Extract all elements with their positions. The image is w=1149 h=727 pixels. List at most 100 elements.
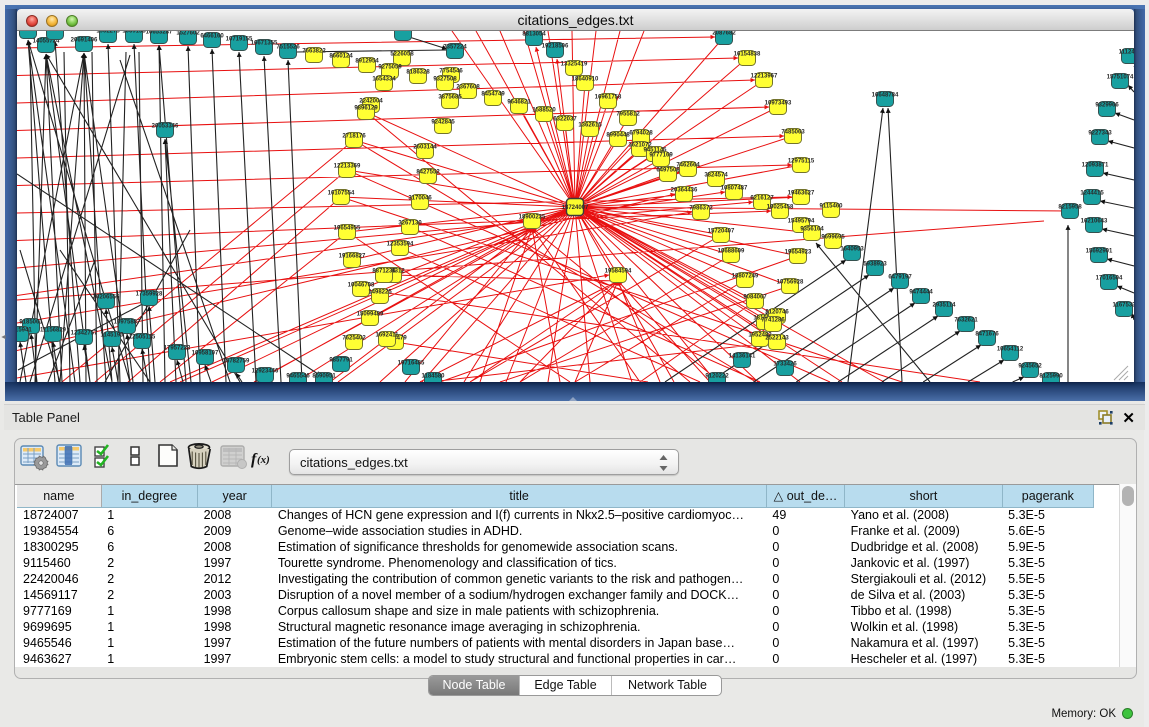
- svg-text:15099489: 15099489: [357, 312, 384, 318]
- svg-text:10719155: 10719155: [226, 37, 253, 43]
- svg-text:9245652: 9245652: [1018, 364, 1042, 370]
- svg-text:8471676: 8471676: [975, 332, 999, 338]
- svg-text:2099141: 2099141: [43, 31, 67, 32]
- svg-text:3170046: 3170046: [408, 196, 432, 202]
- svg-text:1244415: 1244415: [1080, 191, 1104, 197]
- svg-text:10975887: 10975887: [114, 320, 141, 326]
- svg-text:16648784: 16648784: [872, 93, 899, 99]
- svg-text:10046708: 10046708: [348, 283, 375, 289]
- svg-text:9185061: 9185061: [19, 320, 43, 326]
- svg-text:9857791: 9857791: [329, 358, 353, 364]
- svg-text:1145193: 1145193: [100, 333, 124, 339]
- svg-text:9646821: 9646821: [507, 100, 531, 106]
- svg-text:10025458: 10025458: [767, 205, 794, 211]
- svg-text:7955812: 7955812: [616, 112, 640, 118]
- svg-text:3824574: 3824574: [704, 173, 728, 179]
- svg-text:1498225: 1498225: [368, 290, 392, 296]
- svg-text:7632621: 7632621: [954, 318, 978, 324]
- svg-text:9329966: 9329966: [1095, 103, 1119, 109]
- svg-text:16782759: 16782759: [223, 359, 250, 365]
- svg-text:10688609: 10688609: [718, 249, 745, 255]
- svg-text:1167533: 1167533: [1112, 303, 1134, 309]
- svg-text:1640953: 1640953: [840, 247, 864, 253]
- svg-text:10654112: 10654112: [997, 347, 1024, 353]
- svg-text:3267130: 3267130: [398, 221, 422, 227]
- svg-text:9699695: 9699695: [821, 235, 845, 241]
- svg-text:19166827: 19166827: [339, 254, 366, 260]
- svg-text:2367608: 2367608: [456, 85, 480, 91]
- svg-text:8813054: 8813054: [522, 32, 546, 38]
- svg-text:12923446: 12923446: [252, 369, 279, 375]
- svg-text:1902273: 1902273: [96, 31, 120, 35]
- svg-text:7754546: 7754546: [439, 69, 463, 75]
- svg-text:1112480: 1112480: [1119, 50, 1134, 56]
- svg-text:6794028: 6794028: [629, 131, 653, 137]
- svg-text:17359928: 17359928: [136, 292, 163, 298]
- svg-text:15720407: 15720407: [708, 229, 735, 235]
- svg-text:7357224: 7357224: [443, 45, 467, 51]
- svg-text:8186328: 8186328: [406, 70, 430, 76]
- svg-text:16033809: 16033809: [390, 31, 417, 33]
- svg-text:10807487: 10807487: [721, 186, 748, 192]
- svg-text:7485063: 7485063: [781, 130, 805, 136]
- svg-text:19463627: 19463627: [788, 191, 815, 197]
- svg-text:8912954: 8912954: [355, 59, 379, 65]
- svg-text:5938923: 5938923: [863, 262, 887, 268]
- svg-text:20053346: 20053346: [152, 124, 179, 130]
- svg-text:18900235: 18900235: [519, 215, 546, 221]
- svg-text:1654334: 1654334: [372, 77, 396, 83]
- svg-text:8454749: 8454749: [481, 92, 505, 98]
- svg-text:15495794: 15495794: [788, 219, 815, 225]
- svg-text:9115460: 9115460: [819, 204, 843, 210]
- svg-text:10653287: 10653287: [146, 31, 173, 36]
- svg-text:8990448: 8990448: [606, 133, 630, 139]
- svg-text:9465546: 9465546: [286, 374, 310, 380]
- svg-text:7462664: 7462664: [676, 163, 700, 169]
- svg-text:16210643: 16210643: [1081, 219, 1108, 225]
- svg-text:7741286: 7741286: [761, 318, 785, 324]
- svg-text:18807249: 18807249: [732, 274, 759, 280]
- svg-text:1527602: 1527602: [176, 31, 200, 37]
- svg-text:19584594: 19584594: [605, 269, 632, 275]
- svg-text:6216127: 6216127: [750, 196, 774, 202]
- svg-text:9896129: 9896129: [354, 106, 378, 112]
- svg-text:14136141: 14136141: [729, 354, 756, 360]
- svg-text:20364436: 20364436: [671, 188, 698, 194]
- svg-text:16154838: 16154838: [734, 52, 761, 58]
- svg-text:17957223: 17957223: [164, 346, 191, 352]
- svg-text:10958107: 10958107: [192, 351, 219, 357]
- svg-text:11156829: 11156829: [40, 328, 67, 334]
- svg-text:17016504: 17016504: [1096, 276, 1123, 282]
- svg-text:1692411: 1692411: [375, 333, 399, 339]
- svg-text:9242845: 9242845: [431, 120, 455, 126]
- svg-text:16107554: 16107554: [328, 191, 355, 197]
- svg-text:7625402: 7625402: [342, 336, 366, 342]
- svg-text:9474444: 9474444: [909, 290, 933, 296]
- svg-text:12213967: 12213967: [751, 74, 778, 80]
- svg-text:2935114: 2935114: [932, 303, 956, 309]
- svg-text:18640910: 18640910: [572, 77, 599, 83]
- svg-text:1362615: 1362615: [578, 123, 602, 129]
- svg-text:15692901: 15692901: [1086, 249, 1113, 255]
- svg-text:16961758: 16961758: [595, 95, 622, 101]
- svg-text:12213369: 12213369: [334, 164, 361, 170]
- svg-text:13325419: 13325419: [561, 62, 588, 68]
- svg-text:10973493: 10973493: [765, 101, 792, 107]
- svg-text:8120746: 8120746: [765, 310, 789, 316]
- svg-text:19716485: 19716485: [398, 361, 425, 367]
- svg-text:6479197: 6479197: [888, 275, 912, 281]
- svg-text:2603144: 2603144: [413, 145, 437, 151]
- svg-text:12093871: 12093871: [1082, 163, 1109, 169]
- svg-text:9084067: 9084067: [743, 295, 767, 301]
- svg-text:2242004: 2242004: [359, 99, 383, 105]
- svg-text:5226058: 5226058: [390, 52, 414, 58]
- svg-text:7515526: 7515526: [276, 45, 300, 51]
- svg-text:3915941: 3915941: [17, 328, 32, 334]
- svg-text:9120222: 9120222: [705, 374, 729, 380]
- svg-text:8871236: 8871236: [372, 269, 396, 275]
- svg-text:9275059: 9275059: [378, 65, 402, 71]
- svg-text:9227343: 9227343: [1088, 131, 1112, 137]
- svg-text:20206556: 20206556: [93, 295, 120, 301]
- svg-text:2718176: 2718176: [342, 134, 366, 140]
- svg-text:1184580: 1184580: [421, 374, 445, 380]
